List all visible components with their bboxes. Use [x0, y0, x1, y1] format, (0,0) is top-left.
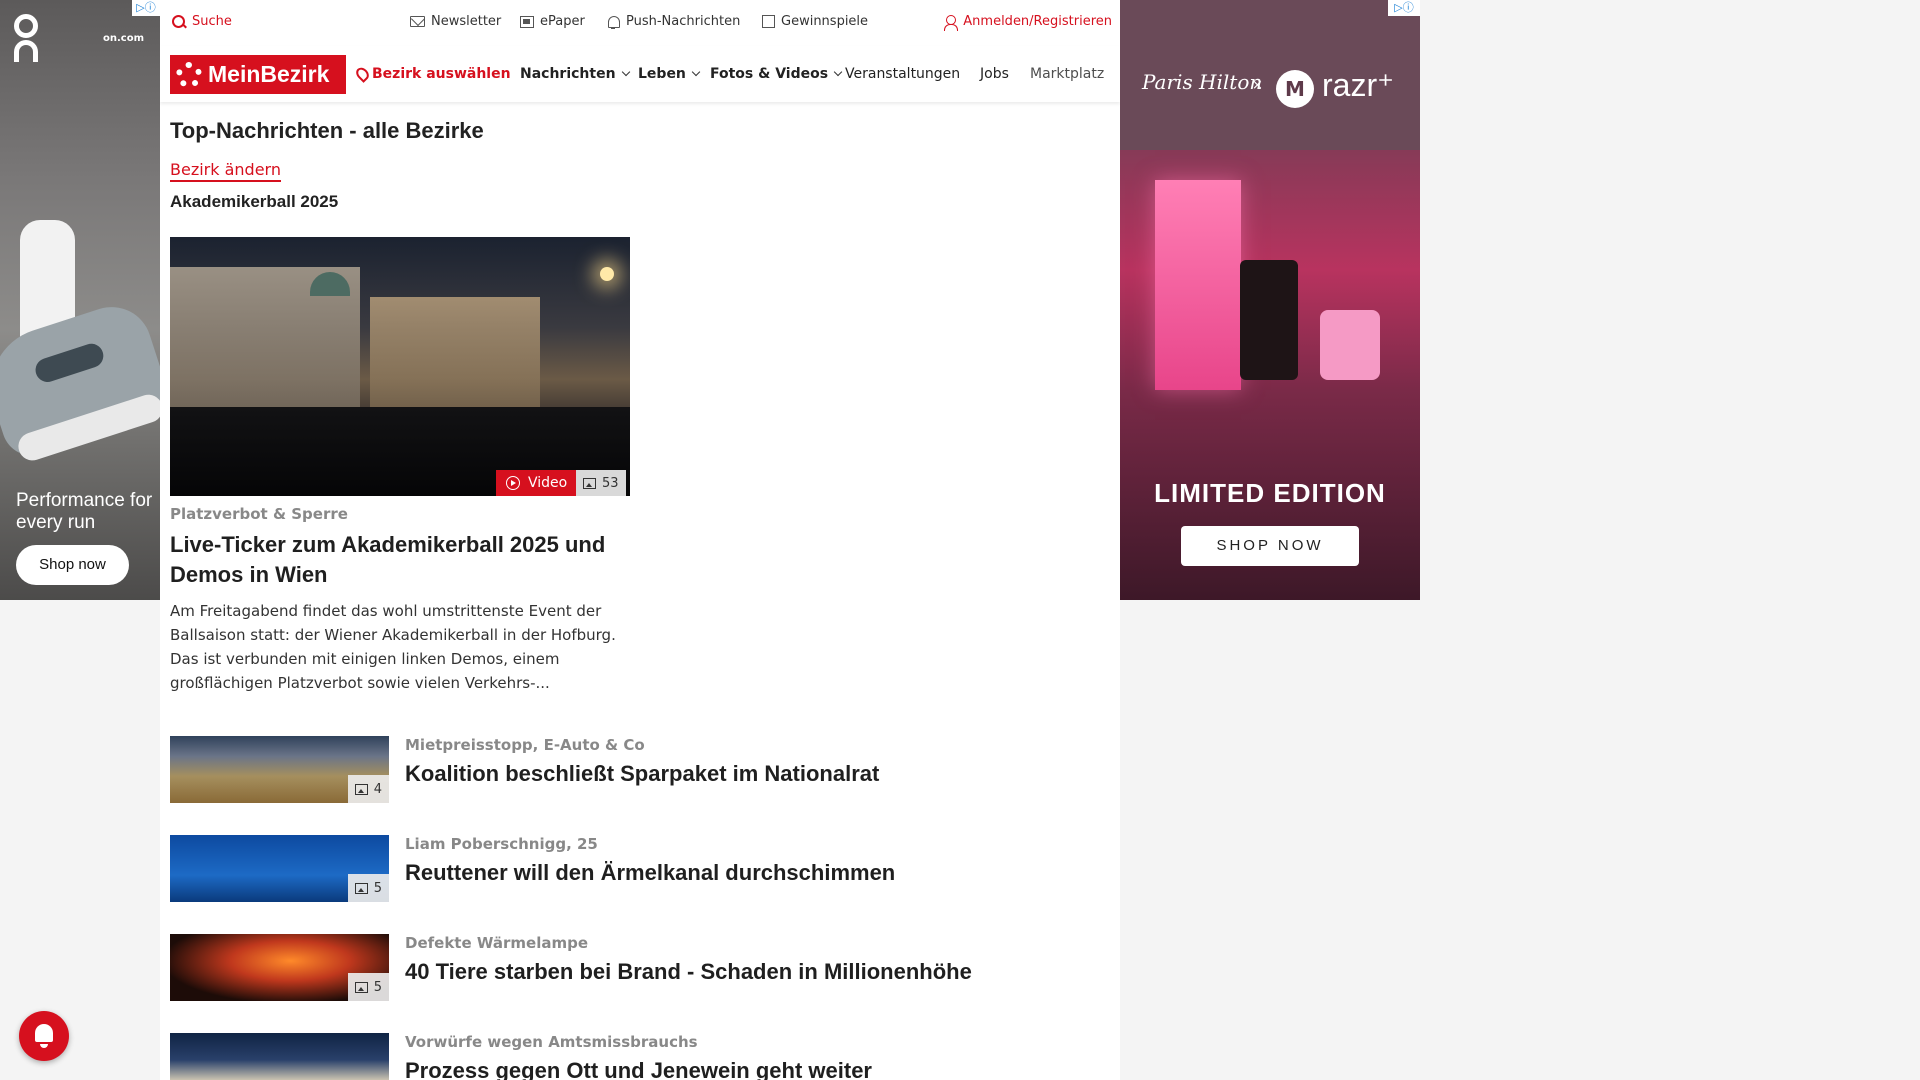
adchoices-icon[interactable]: ▷ⓘ	[1388, 0, 1420, 16]
photo-count-badge: 5	[347, 973, 389, 1001]
location-pin-icon	[353, 65, 372, 83]
user-icon	[943, 14, 959, 31]
ad-case-image	[1320, 310, 1380, 380]
chevron-down-icon	[691, 67, 701, 77]
nav-label: Leben	[638, 66, 686, 82]
article-kicker: Liam Poberschnigg, 25	[405, 835, 598, 853]
article-kicker: Defekte Wärmelampe	[405, 934, 589, 952]
nav-jobs[interactable]: Jobs	[980, 66, 1009, 82]
page-title: Top-Nachrichten - alle Bezirke	[170, 118, 484, 143]
image-icon	[354, 783, 368, 795]
section-title: Akademikerball 2025	[170, 192, 339, 211]
hero-teaser: Am Freitagabend findet das wohl umstritt…	[170, 602, 616, 692]
location-label: Bezirk auswählen	[372, 66, 511, 82]
ad-tagline: Performance for every run	[16, 490, 153, 533]
hero-title-link[interactable]: Live-Ticker zum Akademikerball 2025 und …	[170, 530, 630, 590]
nav-label: Marktplatz	[1030, 66, 1105, 82]
image-icon	[583, 477, 596, 489]
nav-marktplatz[interactable]: Marktplatz	[1030, 66, 1104, 82]
article-thumbnail[interactable]: 5	[170, 934, 389, 1001]
ad-separator: ×	[1252, 78, 1263, 93]
article-item[interactable]: Vorwürfe wegen Amtsmissbrauchs Prozess g…	[170, 1033, 1090, 1080]
push-link[interactable]: Push-Nachrichten	[606, 14, 740, 29]
chevron-down-icon	[833, 67, 843, 77]
article-thumbnail[interactable]: 5	[170, 835, 389, 902]
ad-shop-now-button[interactable]: SHOP NOW	[1181, 526, 1359, 566]
content-area: Top-Nachrichten - alle Bezirke Bezirk än…	[170, 118, 1110, 1080]
ad-product-brand: razr⁺	[1322, 67, 1394, 103]
login-link[interactable]: Anmelden/Registrieren	[943, 14, 1112, 31]
bell-icon	[606, 15, 620, 29]
article-item[interactable]: 5 Liam Poberschnigg, 25 Reuttener will d…	[170, 835, 1090, 903]
article-item[interactable]: 5 Defekte Wärmelampe 40 Tiere starben be…	[170, 934, 1090, 1002]
play-icon	[506, 476, 520, 490]
hero-kicker: Platzverbot & Sperre	[170, 505, 348, 523]
on-logo	[14, 14, 40, 62]
push-label: Push-Nachrichten	[626, 14, 741, 29]
search-icon	[172, 14, 186, 29]
adchoices-icon[interactable]: ▷ⓘ	[132, 0, 160, 16]
nav-nachrichten[interactable]: Nachrichten	[520, 66, 630, 82]
photo-count: 53	[602, 475, 619, 491]
left-ad-banner[interactable]: ▷ⓘ on.com Performance for every run Shop…	[0, 0, 160, 600]
nav-fotos-videos[interactable]: Fotos & Videos	[710, 66, 843, 82]
nav-label: Nachrichten	[520, 66, 616, 82]
photo-count: 5	[373, 979, 382, 995]
ad-headline: LIMITED EDITION	[1154, 478, 1386, 508]
nav-label: Fotos & Videos	[710, 66, 829, 82]
mail-icon	[410, 16, 425, 27]
notification-bell-button[interactable]	[19, 1011, 69, 1061]
login-label: Anmelden/Registrieren	[963, 14, 1112, 29]
photo-count-badge: 4	[347, 775, 389, 803]
article-title-link[interactable]: Reuttener will den Ärmelkanal durchschim…	[405, 860, 895, 886]
article-title-link[interactable]: Prozess gegen Ott und Jenewein geht weit…	[405, 1058, 872, 1080]
ad-phone-image	[1240, 260, 1298, 380]
motorola-logo-icon: M	[1276, 70, 1314, 108]
ad-shop-now-button[interactable]: Shop now	[16, 545, 129, 585]
ad-product-box	[1155, 180, 1241, 390]
gewinnspiele-link[interactable]: Gewinnspiele	[762, 14, 868, 29]
main-column: Suche Newsletter ePaper Push-Nachrichten…	[160, 0, 1120, 1080]
article-thumbnail[interactable]	[170, 1033, 389, 1080]
photo-count: 5	[373, 880, 382, 896]
article-thumbnail[interactable]: 4	[170, 736, 389, 803]
logo-icon	[176, 61, 202, 88]
utility-bar: Suche Newsletter ePaper Push-Nachrichten…	[160, 0, 1120, 46]
brand-logo[interactable]: MeinBezirk	[170, 55, 346, 94]
gewinnspiele-label: Gewinnspiele	[781, 14, 869, 29]
nav-veranstaltungen[interactable]: Veranstaltungen	[845, 66, 960, 82]
video-label: Video	[528, 475, 568, 491]
newsletter-label: Newsletter	[431, 14, 502, 29]
article-kicker: Mietpreisstopp, E-Auto & Co	[405, 736, 645, 754]
article-title-link[interactable]: 40 Tiere starben bei Brand - Schaden in …	[405, 959, 972, 985]
epaper-link[interactable]: ePaper	[520, 14, 585, 29]
newsletter-link[interactable]: Newsletter	[410, 14, 501, 29]
nav-label: Jobs	[980, 66, 1009, 82]
image-icon	[354, 882, 368, 894]
brand-name: MeinBezirk	[208, 61, 330, 87]
chevron-down-icon	[621, 67, 630, 77]
newspaper-icon	[520, 15, 534, 28]
right-ad-banner[interactable]: ▷ⓘ Paris Hilton × M razr⁺ LIMITED EDITIO…	[1120, 0, 1420, 600]
article-kicker: Vorwürfe wegen Amtsmissbrauchs	[405, 1033, 698, 1051]
ad-shoe-image	[0, 160, 160, 480]
search-label: Suche	[192, 14, 232, 29]
epaper-label: ePaper	[540, 14, 585, 29]
article-item[interactable]: 4 Mietpreisstopp, E-Auto & Co Koalition …	[170, 736, 1090, 804]
gift-icon	[762, 15, 775, 28]
nav-label: Veranstaltungen	[845, 66, 961, 82]
ad-domain: on.com	[102, 33, 144, 44]
search-link[interactable]: Suche	[172, 14, 232, 29]
photo-count-badge: 53	[576, 470, 626, 496]
change-district-link[interactable]: Bezirk ändern	[170, 160, 281, 182]
video-badge: Video	[496, 470, 576, 496]
nav-leben[interactable]: Leben	[638, 66, 701, 82]
article-title-link[interactable]: Koalition beschließt Sparpaket im Nation…	[405, 761, 879, 787]
photo-count: 4	[373, 781, 382, 797]
image-icon	[354, 981, 368, 993]
hero-image[interactable]: Video 53	[170, 237, 630, 496]
location-selector[interactable]: Bezirk auswählen	[353, 65, 511, 83]
photo-count-badge: 5	[347, 874, 389, 902]
ad-signature: Paris Hilton	[1142, 70, 1263, 94]
